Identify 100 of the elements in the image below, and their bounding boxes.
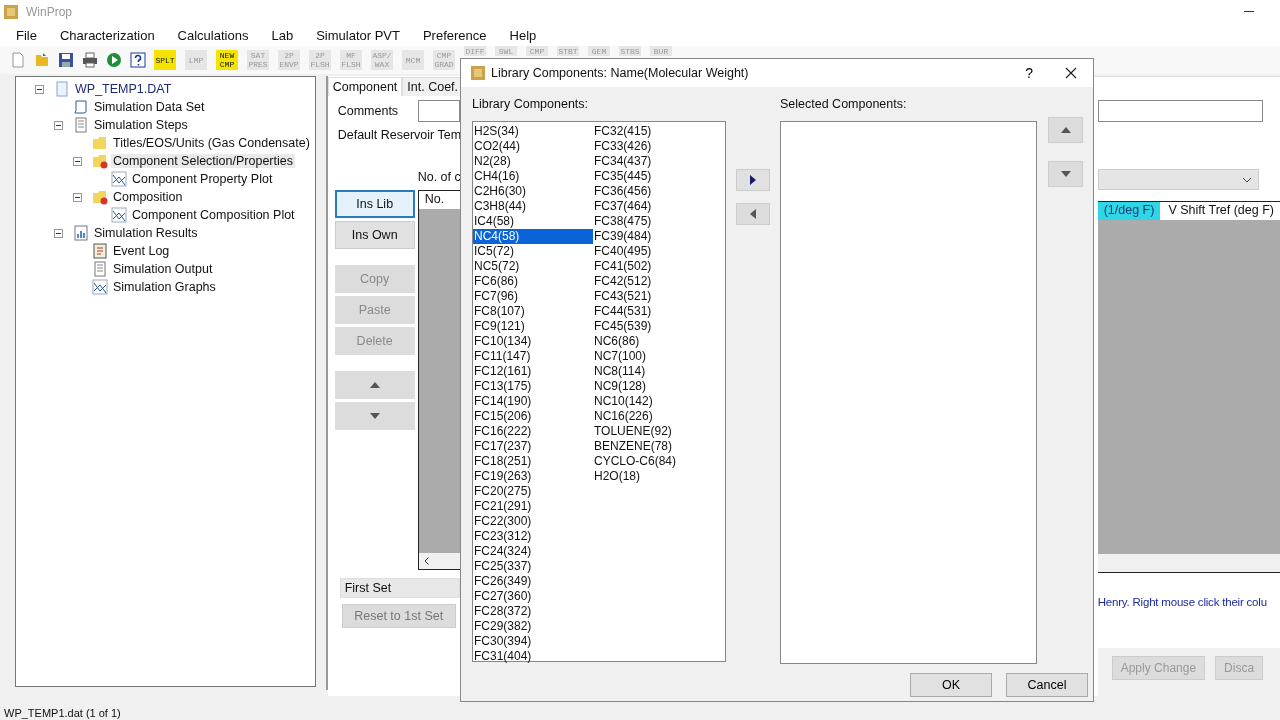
comments-field[interactable] (1097, 100, 1263, 122)
list-item[interactable]: FC24(324) (473, 544, 593, 559)
list-item[interactable]: FC12(161) (473, 364, 593, 379)
list-item[interactable]: FC19(263) (473, 469, 593, 484)
side-button[interactable]: Ins Own (334, 221, 415, 249)
collapse-toggle[interactable] (73, 156, 82, 166)
menu-item[interactable]: Simulator PVT (316, 27, 400, 43)
list-item[interactable]: IC5(72) (473, 244, 593, 259)
tree-item[interactable]: Simulation Steps (92, 118, 190, 132)
list-item[interactable]: FC20(275) (473, 484, 593, 499)
column-header[interactable]: (1/deg F) (1097, 202, 1161, 220)
menu-item[interactable]: Characterization (59, 27, 155, 43)
list-item[interactable]: NC6(86) (593, 334, 713, 349)
tree-item[interactable]: Component Selection/Properties (111, 154, 295, 168)
dropdown-field[interactable] (1097, 169, 1259, 190)
list-item[interactable]: H2S(34) (473, 124, 593, 139)
list-item[interactable]: FC23(312) (473, 529, 593, 544)
list-item[interactable]: CYCLO-C6(84) (593, 454, 713, 469)
toolbar-button[interactable]: SPLT (154, 50, 176, 70)
collapse-toggle[interactable] (35, 84, 44, 94)
tree-item[interactable]: Titles/EOS/Units (Gas Condensate) (111, 136, 312, 150)
set-field[interactable]: First Set (339, 578, 460, 598)
list-item[interactable]: C3H8(44) (473, 199, 593, 214)
list-item[interactable]: FC34(437) (593, 154, 713, 169)
menu-item[interactable]: Lab (271, 27, 294, 43)
list-item[interactable]: CH4(16) (473, 169, 593, 184)
remove-button[interactable] (736, 203, 770, 225)
list-item[interactable]: FC28(372) (473, 604, 593, 619)
list-item[interactable]: FC6(86) (473, 274, 593, 289)
horizontal-scrollbar[interactable] (1097, 554, 1280, 572)
menu-item[interactable]: Calculations (177, 27, 249, 43)
printer-icon[interactable] (82, 52, 98, 68)
list-item[interactable]: IC4(58) (473, 214, 593, 229)
list-item[interactable]: H2O(18) (593, 469, 713, 484)
menu-item[interactable]: Help (509, 27, 537, 43)
list-item[interactable]: FC44(531) (593, 304, 713, 319)
list-item[interactable]: FC21(291) (473, 499, 593, 514)
move-down-button[interactable] (1048, 161, 1083, 187)
list-item[interactable]: FC36(456) (593, 184, 713, 199)
list-item[interactable]: NC9(128) (593, 379, 713, 394)
comments-field[interactable] (418, 100, 460, 122)
list-item[interactable]: FC29(382) (473, 619, 593, 634)
list-item[interactable]: FC27(360) (473, 589, 593, 604)
list-item[interactable]: NC8(114) (593, 364, 713, 379)
list-item[interactable]: FC16(222) (473, 424, 593, 439)
list-item[interactable]: N2(28) (473, 154, 593, 169)
tree-item[interactable]: Simulation Graphs (111, 280, 218, 294)
list-item[interactable]: FC41(502) (593, 259, 713, 274)
list-item[interactable]: NC7(100) (593, 349, 713, 364)
list-item[interactable]: FC31(404) (473, 649, 593, 664)
collapse-toggle[interactable] (54, 120, 63, 130)
list-item[interactable]: FC38(475) (593, 214, 713, 229)
list-item[interactable]: NC5(72) (473, 259, 593, 274)
list-item[interactable]: FC32(415) (593, 124, 713, 139)
side-button[interactable]: Ins Lib (334, 190, 415, 218)
tree-item[interactable]: Simulation Data Set (92, 100, 207, 114)
tree-item[interactable]: Component Property Plot (130, 172, 275, 186)
list-item[interactable]: FC14(190) (473, 394, 593, 409)
list-item[interactable]: FC15(206) (473, 409, 593, 424)
tree-item[interactable]: Event Log (111, 244, 172, 258)
list-item[interactable]: FC22(300) (473, 514, 593, 529)
list-item[interactable]: FC42(512) (593, 274, 713, 289)
list-item[interactable]: FC26(349) (473, 574, 593, 589)
close-icon[interactable] (1065, 67, 1077, 79)
horizontal-scrollbar[interactable] (418, 553, 460, 569)
scroll-left-icon[interactable] (423, 557, 429, 565)
list-item[interactable]: FC35(445) (593, 169, 713, 184)
dialog-button[interactable]: Cancel (1006, 673, 1088, 697)
list-item[interactable]: FC11(147) (473, 349, 593, 364)
list-item[interactable]: FC33(426) (593, 139, 713, 154)
list-item[interactable]: TOLUENE(92) (593, 424, 713, 439)
tree-item[interactable]: Composition (111, 190, 185, 204)
tree-item[interactable]: Simulation Results (92, 226, 200, 240)
list-item[interactable]: FC8(107) (473, 304, 593, 319)
list-item[interactable]: FC25(337) (473, 559, 593, 574)
save-icon[interactable] (58, 52, 74, 68)
list-item[interactable]: FC13(175) (473, 379, 593, 394)
tree-item[interactable]: WP_TEMP1.DAT (73, 82, 174, 96)
move-up-button[interactable] (1048, 117, 1083, 143)
list-item[interactable]: NC4(58) (473, 229, 593, 244)
list-item[interactable]: FC40(495) (593, 244, 713, 259)
list-item[interactable]: NC16(226) (593, 409, 713, 424)
list-item[interactable]: FC7(96) (473, 289, 593, 304)
list-item[interactable]: FC30(394) (473, 634, 593, 649)
minimize-icon[interactable] (1244, 11, 1254, 13)
menu-item[interactable]: Preference (422, 27, 487, 43)
collapse-toggle[interactable] (73, 192, 82, 202)
list-item[interactable]: FC18(251) (473, 454, 593, 469)
help-button[interactable]: ? (1025, 65, 1033, 81)
list-item[interactable]: CO2(44) (473, 139, 593, 154)
list-item[interactable]: NC10(142) (593, 394, 713, 409)
list-item[interactable]: FC17(237) (473, 439, 593, 454)
list-item[interactable]: FC45(539) (593, 319, 713, 334)
toolbar-button[interactable]: NEW CMP (216, 50, 238, 70)
tree-item[interactable]: Component Composition Plot (130, 208, 297, 222)
list-item[interactable]: FC9(121) (473, 319, 593, 334)
menu-item[interactable]: File (16, 27, 37, 43)
dialog-button[interactable]: OK (910, 673, 992, 697)
list-item[interactable]: FC10(134) (473, 334, 593, 349)
add-button[interactable] (736, 169, 770, 191)
